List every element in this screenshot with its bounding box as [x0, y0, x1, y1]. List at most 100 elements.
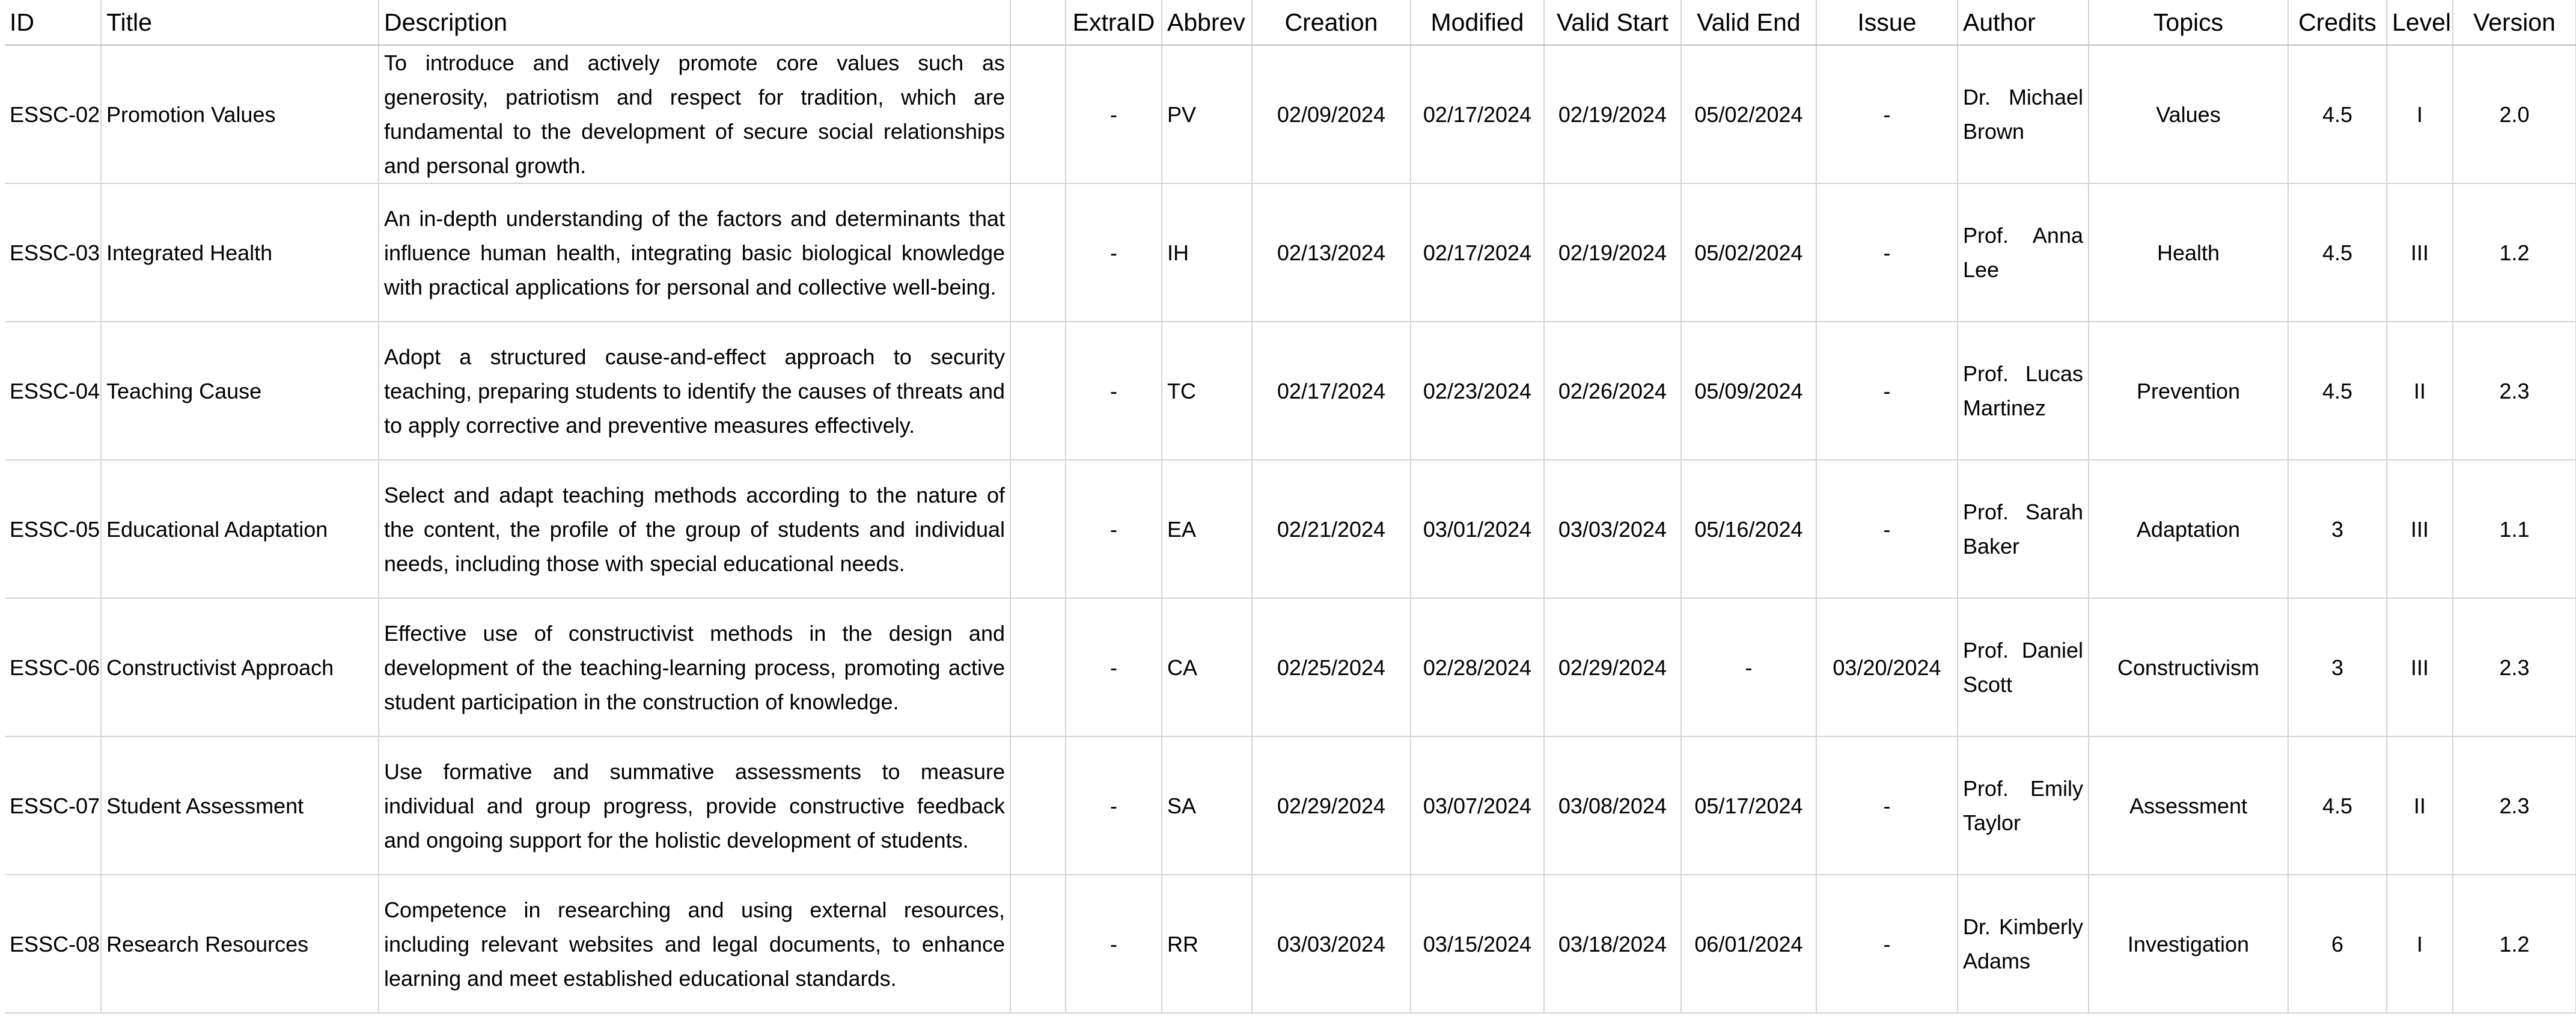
- description-cell[interactable]: To introduce and actively promote core v…: [379, 45, 1011, 184]
- column-header-12[interactable]: Topics: [2089, 0, 2289, 46]
- description-cell[interactable]: Use formative and summative assessments …: [379, 736, 1011, 875]
- column-header-2[interactable]: Description: [379, 0, 1011, 46]
- table-row[interactable]: ESSC-03 Integrated Health An in-depth unde…: [5, 183, 2576, 322]
- version-cell[interactable]: 1.2: [2453, 183, 2576, 322]
- credits-cell[interactable]: 4.5: [2288, 183, 2387, 322]
- creation-date-cell[interactable]: 02/29/2024: [1252, 736, 1411, 875]
- valid-start-cell[interactable]: 03/08/2024: [1544, 736, 1682, 875]
- topics-cell[interactable]: Investigation: [2089, 875, 2289, 1014]
- table-row[interactable]: ESSC-05 Educational Adaptation Select and …: [5, 460, 2576, 599]
- issue-cell[interactable]: -: [1816, 183, 1958, 322]
- table-row[interactable]: ESSC-04 Teaching Cause Adopt a structured …: [5, 322, 2576, 460]
- description-cell[interactable]: An in-depth understanding of the factors…: [379, 183, 1011, 322]
- blank-cell[interactable]: [1010, 875, 1066, 1014]
- id-cell[interactable]: ESSC-07: [5, 736, 102, 875]
- blank-cell[interactable]: [1010, 736, 1066, 875]
- version-cell[interactable]: 2.3: [2453, 598, 2576, 737]
- id-cell[interactable]: ESSC-08: [5, 875, 102, 1014]
- title-cell[interactable]: Integrated Health: [101, 183, 379, 322]
- abbrev-cell[interactable]: RR: [1162, 875, 1253, 1014]
- creation-date-cell[interactable]: 02/17/2024: [1252, 322, 1411, 460]
- valid-start-cell[interactable]: 02/19/2024: [1544, 183, 1682, 322]
- version-cell[interactable]: 2.3: [2453, 322, 2576, 460]
- id-cell[interactable]: ESSC-04: [5, 322, 102, 460]
- topics-cell[interactable]: Values: [2089, 45, 2289, 184]
- credits-cell[interactable]: 4.5: [2288, 45, 2387, 184]
- modified-date-cell[interactable]: 03/07/2024: [1411, 736, 1545, 875]
- level-cell[interactable]: II: [2387, 736, 2453, 875]
- author-cell[interactable]: Prof. Anna Lee: [1958, 183, 2089, 322]
- column-header-4[interactable]: ExtraID: [1066, 0, 1162, 46]
- description-cell[interactable]: Effective use of constructivist methods …: [379, 598, 1011, 737]
- description-cell[interactable]: Adopt a structured cause-and-effect appr…: [379, 322, 1011, 460]
- creation-date-cell[interactable]: 02/21/2024: [1252, 460, 1411, 599]
- abbrev-cell[interactable]: TC: [1162, 322, 1253, 460]
- extra-id-cell[interactable]: -: [1066, 598, 1162, 737]
- column-header-15[interactable]: Version: [2453, 0, 2576, 46]
- table-row[interactable]: ESSC-07 Student Assessment Use formative a…: [5, 736, 2576, 875]
- topics-cell[interactable]: Adaptation: [2089, 460, 2289, 599]
- column-header-3[interactable]: [1010, 0, 1066, 46]
- blank-cell[interactable]: [1010, 460, 1066, 599]
- table-row[interactable]: ESSC-02 Promotion Values To introduce and …: [5, 45, 2576, 184]
- abbrev-cell[interactable]: SA: [1162, 736, 1253, 875]
- title-cell[interactable]: Teaching Cause: [101, 322, 379, 460]
- extra-id-cell[interactable]: -: [1066, 322, 1162, 460]
- description-cell[interactable]: Competence in researching and using exte…: [379, 875, 1011, 1014]
- author-cell[interactable]: Prof. Emily Taylor: [1958, 736, 2089, 875]
- title-cell[interactable]: Research Resources: [101, 875, 379, 1014]
- creation-date-cell[interactable]: 03/03/2024: [1252, 875, 1411, 1014]
- blank-cell[interactable]: [1010, 598, 1066, 737]
- extra-id-cell[interactable]: -: [1066, 45, 1162, 184]
- author-cell[interactable]: Prof. Lucas Martinez: [1958, 322, 2089, 460]
- issue-cell[interactable]: -: [1816, 45, 1958, 184]
- title-cell[interactable]: Promotion Values: [101, 45, 379, 184]
- id-cell[interactable]: ESSC-02: [5, 45, 102, 184]
- modified-date-cell[interactable]: 02/17/2024: [1411, 183, 1545, 322]
- column-header-5[interactable]: Abbrev: [1162, 0, 1253, 46]
- author-cell[interactable]: Prof. Sarah Baker: [1958, 460, 2089, 599]
- column-header-11[interactable]: Author: [1958, 0, 2089, 46]
- abbrev-cell[interactable]: IH: [1162, 183, 1253, 322]
- extra-id-cell[interactable]: -: [1066, 460, 1162, 599]
- topics-cell[interactable]: Assessment: [2089, 736, 2289, 875]
- valid-end-cell[interactable]: 05/02/2024: [1681, 183, 1817, 322]
- title-cell[interactable]: Constructivist Approach: [101, 598, 379, 737]
- extra-id-cell[interactable]: -: [1066, 736, 1162, 875]
- blank-cell[interactable]: [1010, 45, 1066, 184]
- column-header-8[interactable]: Valid Start: [1544, 0, 1682, 46]
- topics-cell[interactable]: Constructivism: [2089, 598, 2289, 737]
- column-header-7[interactable]: Modified: [1411, 0, 1545, 46]
- id-cell[interactable]: ESSC-06: [5, 598, 102, 737]
- version-cell[interactable]: 2.3: [2453, 736, 2576, 875]
- valid-start-cell[interactable]: 02/26/2024: [1544, 322, 1682, 460]
- abbrev-cell[interactable]: CA: [1162, 598, 1253, 737]
- column-header-9[interactable]: Valid End: [1681, 0, 1817, 46]
- title-cell[interactable]: Student Assessment: [101, 736, 379, 875]
- table-row[interactable]: ESSC-08 Research Resources Competence in r…: [5, 875, 2576, 1014]
- extra-id-cell[interactable]: -: [1066, 875, 1162, 1014]
- topics-cell[interactable]: Health: [2089, 183, 2289, 322]
- description-cell[interactable]: Select and adapt teaching methods accord…: [379, 460, 1011, 599]
- level-cell[interactable]: III: [2387, 183, 2453, 322]
- modified-date-cell[interactable]: 03/01/2024: [1411, 460, 1545, 599]
- level-cell[interactable]: I: [2387, 875, 2453, 1014]
- column-header-6[interactable]: Creation: [1252, 0, 1411, 46]
- author-cell[interactable]: Prof. Daniel Scott: [1958, 598, 2089, 737]
- issue-cell[interactable]: -: [1816, 322, 1958, 460]
- valid-end-cell[interactable]: 05/02/2024: [1681, 45, 1817, 184]
- modified-date-cell[interactable]: 03/15/2024: [1411, 875, 1545, 1014]
- credits-cell[interactable]: 6: [2288, 875, 2387, 1014]
- level-cell[interactable]: I: [2387, 45, 2453, 184]
- valid-end-cell[interactable]: 05/09/2024: [1681, 322, 1817, 460]
- author-cell[interactable]: Dr. Kimberly Adams: [1958, 875, 2089, 1014]
- modified-date-cell[interactable]: 02/23/2024: [1411, 322, 1545, 460]
- column-header-10[interactable]: Issue: [1816, 0, 1958, 46]
- credits-cell[interactable]: 3: [2288, 460, 2387, 599]
- author-cell[interactable]: Dr. Michael Brown: [1958, 45, 2089, 184]
- id-cell[interactable]: ESSC-03: [5, 183, 102, 322]
- creation-date-cell[interactable]: 02/13/2024: [1252, 183, 1411, 322]
- modified-date-cell[interactable]: 02/28/2024: [1411, 598, 1545, 737]
- table-row[interactable]: ESSC-06 Constructivist Approach Effective …: [5, 598, 2576, 737]
- column-header-14[interactable]: Level: [2387, 0, 2453, 46]
